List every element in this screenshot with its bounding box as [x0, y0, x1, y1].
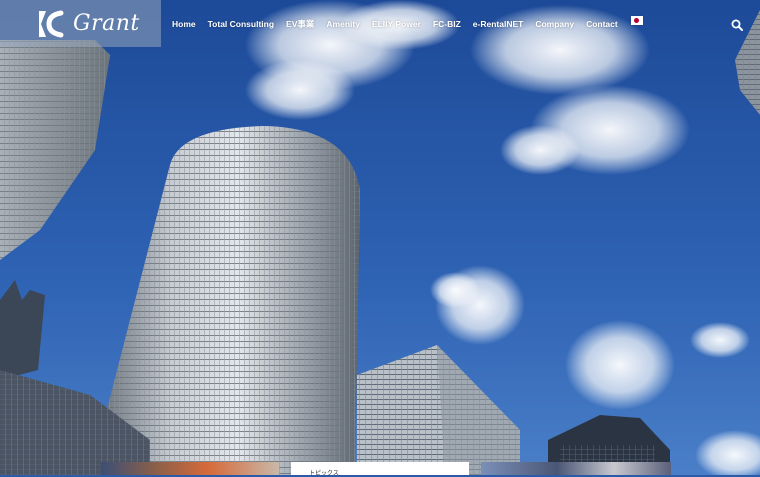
nav-amenity[interactable]: Amenity — [326, 19, 360, 29]
logo-text: Grant — [73, 11, 140, 36]
logo-area[interactable]: Grant — [0, 0, 161, 47]
feature-card-topics[interactable]: トピックス — [291, 462, 469, 477]
nav-company[interactable]: Company — [535, 19, 574, 29]
main-navigation: Home Total Consulting EV事業 Amenity ELIIY… — [172, 15, 643, 30]
japan-flag-icon[interactable] — [630, 15, 643, 25]
nav-fc-biz[interactable]: FC-BIZ — [433, 19, 461, 29]
nav-e-rentalnet[interactable]: e-RentalNET — [473, 19, 524, 29]
feature-cards: トピックス — [0, 462, 760, 477]
nav-eliiy-power[interactable]: ELIIY Power — [372, 19, 421, 29]
feature-card-3[interactable] — [481, 462, 671, 475]
card-label: トピックス — [309, 471, 339, 477]
nav-home[interactable]: Home — [172, 19, 196, 29]
nav-contact[interactable]: Contact — [586, 19, 618, 29]
grant-logo-icon — [39, 10, 64, 37]
feature-card-1[interactable] — [101, 462, 279, 475]
search-icon[interactable] — [731, 19, 743, 31]
nav-total-consulting[interactable]: Total Consulting — [208, 19, 274, 29]
hero-background — [0, 0, 760, 475]
nav-ev-business[interactable]: EV事業 — [286, 18, 314, 30]
